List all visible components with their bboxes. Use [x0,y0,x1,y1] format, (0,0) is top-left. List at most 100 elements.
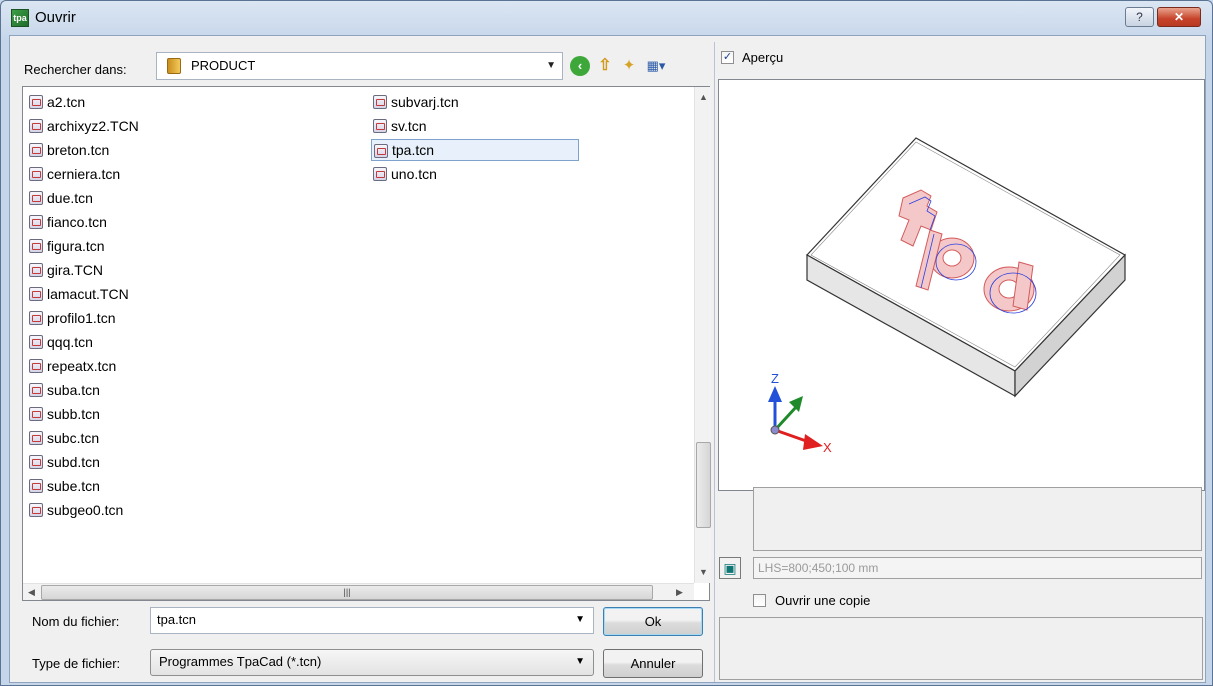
chevron-down-icon: ▼ [546,60,556,71]
file-item[interactable]: gira.TCN [27,259,103,281]
lookin-dropdown[interactable]: PRODUCT ▼ [156,52,563,80]
scroll-down-icon[interactable]: ▼ [699,567,708,577]
chevron-down-icon[interactable]: ▼ [575,614,585,625]
lookin-label: Rechercher dans: [24,62,127,77]
tcn-file-icon [29,503,43,517]
file-item[interactable]: cerniera.tcn [27,163,120,185]
filename-label: Nom du fichier: [32,614,120,629]
file-name: repeatx.tcn [47,358,117,374]
file-name: sube.tcn [47,478,100,494]
file-name: a2.tcn [47,94,86,110]
tcn-file-icon [29,455,43,469]
file-item[interactable]: qqq.tcn [27,331,93,353]
tcn-file-icon [29,167,43,181]
dialog-title: Ouvrir [35,9,76,26]
close-button[interactable]: ✕ [1157,7,1201,27]
file-name: figura.tcn [47,238,105,254]
file-name: cerniera.tcn [47,166,121,182]
tcn-file-icon [29,335,43,349]
file-name: profilo1.tcn [47,310,116,326]
dimensions-field: LHS=800;450;100 mm [753,557,1202,579]
file-name: subgeo0.tcn [47,502,124,518]
file-item[interactable]: breton.tcn [27,139,109,161]
filetype-select[interactable]: Programmes TpaCad (*.tcn) ▼ [150,649,594,676]
file-name: tpa.tcn [392,142,435,158]
tcn-file-icon [29,143,43,157]
file-list[interactable]: a2.tcn archixyz2.TCN breton.tcn cerniera.tc… [22,86,711,601]
scroll-up-icon[interactable]: ▲ [699,92,708,102]
info-panel [753,487,1202,551]
preview-3d-drawing: Z X [768,137,1126,455]
notes-panel [719,617,1203,680]
filename-input[interactable]: tpa.tcn ▼ [150,607,594,634]
preview-label: Aperçu [742,50,784,65]
views-menu-icon[interactable]: ▦▾ [643,56,669,76]
tcn-file-icon [29,215,43,229]
file-item[interactable]: figura.tcn [27,235,105,257]
tcn-file-icon [373,95,387,109]
tcn-file-icon [29,407,43,421]
tcn-file-icon [374,144,388,158]
open-dialog-window: tpa Ouvrir ? ✕ Rechercher dans: PRODUCT … [0,0,1213,686]
tcn-file-icon [29,383,43,397]
cube-view-button[interactable]: ▣ [719,557,741,579]
file-item[interactable]: uno.tcn [371,163,437,185]
axis-x-label: X [823,440,832,455]
file-item[interactable]: suba.tcn [27,379,100,401]
file-name: suba.tcn [47,382,100,398]
filename-value: tpa.tcn [157,612,197,627]
file-name: gira.TCN [47,262,104,278]
file-item[interactable]: subc.tcn [27,427,99,449]
file-item[interactable]: tpa.tcn [371,139,579,161]
scroll-right-icon[interactable]: ▶ [676,587,683,598]
axis-z-label: Z [771,371,779,386]
tcn-file-icon [29,479,43,493]
folder-icon [167,58,181,74]
tcn-file-icon [373,119,387,133]
up-folder-icon[interactable]: ⇧ [595,56,615,76]
file-item[interactable]: subgeo0.tcn [27,499,123,521]
file-item[interactable]: sube.tcn [27,475,100,497]
dialog-client-area: Rechercher dans: PRODUCT ▼ ‹ ⇧ ✦ ▦▾ a2.t… [9,35,1206,683]
file-item[interactable]: profilo1.tcn [27,307,115,329]
file-item[interactable]: subd.tcn [27,451,100,473]
file-item[interactable]: fianco.tcn [27,211,107,233]
app-icon: tpa [11,9,29,27]
filetype-value: Programmes TpaCad (*.tcn) [159,654,322,669]
file-name: subb.tcn [47,406,100,422]
file-item[interactable]: due.tcn [27,187,93,209]
back-icon[interactable]: ‹ [570,56,590,76]
file-item[interactable]: archixyz2.TCN [27,115,139,137]
help-button[interactable]: ? [1125,7,1154,27]
vertical-scroll-thumb[interactable] [696,442,711,528]
tcn-file-icon [29,95,43,109]
file-item[interactable]: sv.tcn [371,115,427,137]
file-item[interactable]: subvarj.tcn [371,91,459,113]
vertical-scrollbar[interactable]: ▲ ▼ [694,87,711,583]
panel-divider [714,42,715,682]
tcn-file-icon [29,191,43,205]
new-folder-icon[interactable]: ✦ [619,56,639,76]
horizontal-scroll-thumb[interactable]: ||| [41,585,653,600]
file-name: due.tcn [47,190,93,206]
tcn-file-icon [29,239,43,253]
title-bar[interactable]: tpa Ouvrir ? ✕ [1,1,1212,35]
ok-button[interactable]: Ok [603,607,703,636]
file-name: sv.tcn [391,118,427,134]
file-item[interactable]: repeatx.tcn [27,355,116,377]
tcn-file-icon [373,167,387,181]
tcn-file-icon [29,119,43,133]
file-item[interactable]: a2.tcn [27,91,85,113]
axis-indicator: Z X [768,371,832,455]
chevron-down-icon: ▼ [575,656,585,667]
tcn-file-icon [29,311,43,325]
open-copy-checkbox[interactable] [753,594,766,607]
preview-checkbox[interactable]: ✓ [721,51,734,64]
file-name: subvarj.tcn [391,94,459,110]
cancel-button[interactable]: Annuler [603,649,703,678]
tcn-file-icon [29,287,43,301]
scroll-left-icon[interactable]: ◀ [28,587,35,598]
file-item[interactable]: subb.tcn [27,403,100,425]
file-item[interactable]: lamacut.TCN [27,283,129,305]
horizontal-scrollbar[interactable]: ◀ ||| ▶ [23,583,694,600]
